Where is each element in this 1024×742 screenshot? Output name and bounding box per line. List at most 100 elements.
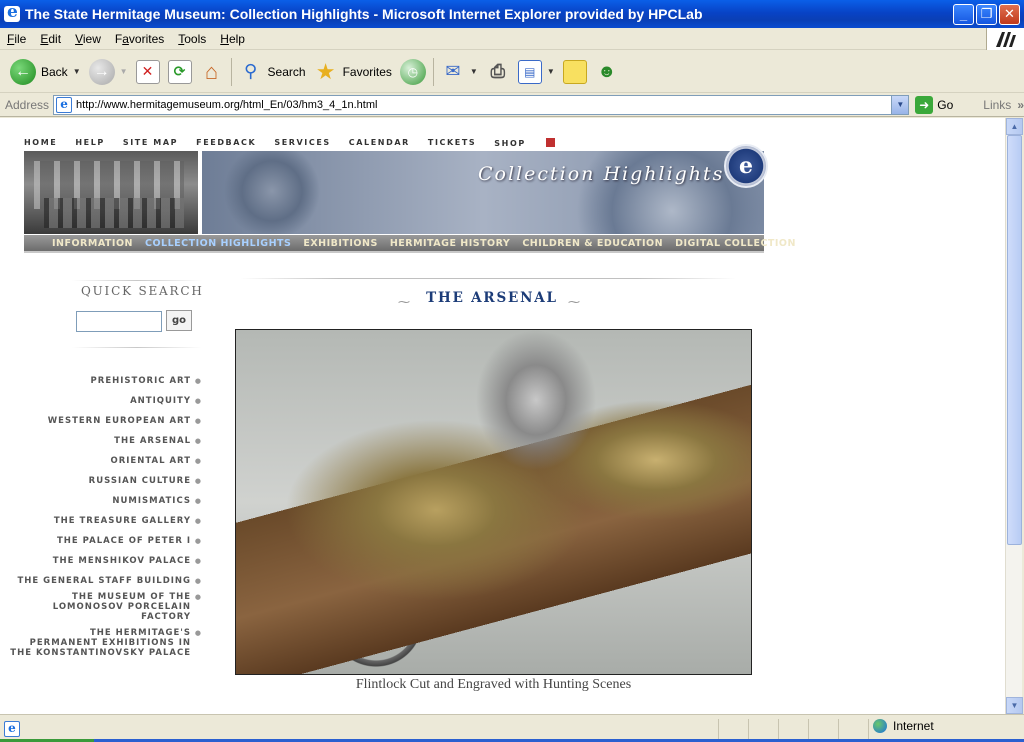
page-content: HOME HELP SITE MAP FEEDBACK SERVICES CAL… xyxy=(0,118,1005,714)
bullet-icon: ● xyxy=(194,537,202,545)
status-panel xyxy=(718,719,748,739)
search-icon: ⚲ xyxy=(243,61,258,81)
vertical-scrollbar[interactable]: ▲ ▼ xyxy=(1005,118,1023,714)
scrollbar-thumb[interactable] xyxy=(1007,135,1022,545)
mail-icon: ✉ xyxy=(445,61,461,81)
window-title: The State Hermitage Museum: Collection H… xyxy=(25,6,703,22)
sidenav-konstantinovsky-palace[interactable]: THE HERMITAGE'S PERMANENT EXHIBITIONS IN… xyxy=(0,628,202,658)
sidenav-general-staff-building[interactable]: THE GENERAL STAFF BUILDING ● xyxy=(0,576,202,586)
topnav-help[interactable]: HELP xyxy=(75,138,105,148)
toolbar-separator xyxy=(432,57,434,86)
mainnav-exhibitions[interactable]: EXHIBITIONS xyxy=(303,238,377,249)
topnav-tickets[interactable]: TICKETS xyxy=(428,138,476,148)
bullet-icon: ● xyxy=(194,497,202,505)
home-icon: ⌂ xyxy=(204,58,219,84)
home-button[interactable]: ⌂ xyxy=(196,54,228,90)
status-panel xyxy=(778,719,808,739)
sidenav-western-european-art[interactable]: WESTERN EUROPEAN ART ● xyxy=(0,416,202,426)
quick-search-go-button[interactable]: go xyxy=(166,310,192,331)
bullet-icon: ● xyxy=(194,577,202,585)
menu-help[interactable]: Help xyxy=(213,32,252,46)
quick-search-input[interactable] xyxy=(76,311,162,332)
mainnav-digital-collection[interactable]: DIGITAL COLLECTION xyxy=(675,238,796,249)
history-button[interactable]: ◷ xyxy=(396,54,430,90)
menu-tools[interactable]: Tools xyxy=(171,32,213,46)
divider xyxy=(240,278,736,279)
sidenav-treasure-gallery[interactable]: THE TREASURE GALLERY ● xyxy=(0,516,202,526)
favorites-button[interactable]: ★ Favorites xyxy=(310,54,396,90)
chevron-down-icon[interactable]: ▼ xyxy=(120,67,128,76)
chevron-down-icon[interactable]: ▼ xyxy=(547,67,555,76)
security-zone: Internet xyxy=(873,719,934,733)
page-icon: e xyxy=(56,96,73,113)
topnav-home[interactable]: HOME xyxy=(24,138,57,148)
forward-button[interactable]: → ▼ xyxy=(85,54,132,90)
discuss-button[interactable] xyxy=(559,54,591,90)
sidenav-palace-of-peter-i[interactable]: THE PALACE OF PETER I ● xyxy=(0,536,202,546)
go-arrow-icon: ➜ xyxy=(915,95,934,114)
title-bar: The State Hermitage Museum: Collection H… xyxy=(0,0,1024,28)
bullet-icon: ● xyxy=(194,593,202,601)
stop-button[interactable]: ✕ xyxy=(132,54,164,90)
bullet-icon: ● xyxy=(194,477,202,485)
sidenav-antiquity[interactable]: ANTIQUITY ● xyxy=(0,396,202,406)
address-label: Address xyxy=(5,97,50,112)
sidenav-russian-culture[interactable]: RUSSIAN CULTURE ● xyxy=(0,476,202,486)
sidenav-numismatics[interactable]: NUMISMATICS ● xyxy=(0,496,202,506)
topnav-site-map[interactable]: SITE MAP xyxy=(123,138,178,148)
search-button[interactable]: ⚲ Search xyxy=(235,54,310,90)
topnav-feedback[interactable]: FEEDBACK xyxy=(196,138,256,148)
sidenav-menshikov-palace[interactable]: THE MENSHIKOV PALACE ● xyxy=(0,556,202,566)
refresh-button[interactable]: ⟳ xyxy=(164,54,196,90)
status-panel xyxy=(808,719,838,739)
address-url[interactable]: http://www.hermitagemuseum.org/html_En/0… xyxy=(76,99,891,111)
mainnav-hermitage-history[interactable]: HERMITAGE HISTORY xyxy=(390,238,511,249)
back-button[interactable]: ← Back ▼ xyxy=(6,54,85,90)
minimize-button[interactable]: _ xyxy=(953,3,974,25)
mail-button[interactable]: ✉ ▼ xyxy=(437,54,482,90)
forward-arrow-icon: → xyxy=(88,58,115,85)
bullet-icon: ● xyxy=(194,397,202,405)
menu-view[interactable]: View xyxy=(68,32,108,46)
menu-edit[interactable]: Edit xyxy=(33,32,68,46)
sidenav-lomonosov-porcelain-factory[interactable]: THE MUSEUM OF THE LOMONOSOV PORCELAIN FA… xyxy=(0,592,202,622)
flintlock-image[interactable] xyxy=(235,329,752,675)
links-button[interactable]: Links» xyxy=(983,98,1024,112)
chevron-down-icon[interactable]: ▼ xyxy=(470,67,478,76)
side-nav: PREHISTORIC ART ● ANTIQUITY ● WESTERN EURO… xyxy=(0,376,202,658)
scroll-down-icon[interactable]: ▼ xyxy=(1006,697,1023,714)
close-button[interactable]: ✕ xyxy=(999,3,1020,25)
ornament-icon: ⁓ xyxy=(568,295,580,309)
mainnav-collection-highlights[interactable]: COLLECTION HIGHLIGHTS xyxy=(145,238,291,249)
sidenav-prehistoric-art[interactable]: PREHISTORIC ART ● xyxy=(0,376,202,386)
menu-file[interactable]: File xyxy=(0,32,33,46)
bullet-icon: ● xyxy=(194,417,202,425)
menu-favorites[interactable]: Favorites xyxy=(108,32,171,46)
printer-icon: ⎙ xyxy=(490,61,506,81)
scroll-up-icon[interactable]: ▲ xyxy=(1006,118,1023,135)
address-dropdown-icon[interactable]: ▼ xyxy=(891,95,909,114)
hermitage-logo[interactable]: e xyxy=(724,144,768,188)
bullet-icon: ● xyxy=(194,517,202,525)
messenger-button[interactable]: ☻ xyxy=(591,54,623,90)
bullet-icon: ● xyxy=(194,437,202,445)
topnav-services[interactable]: SERVICES xyxy=(274,138,330,148)
mainnav-information[interactable]: INFORMATION xyxy=(52,238,133,249)
edit-button[interactable]: ▤ ▼ xyxy=(514,54,559,90)
windows-logo-icon xyxy=(986,28,1024,50)
ie-icon xyxy=(4,2,20,22)
maximize-button[interactable]: ❐ xyxy=(976,3,997,25)
mainnav-children-education[interactable]: CHILDREN & EDUCATION xyxy=(522,238,663,249)
print-button[interactable]: ⎙ xyxy=(482,54,514,90)
chevron-down-icon[interactable]: ▼ xyxy=(73,67,81,76)
go-button[interactable]: ➜ Go xyxy=(915,95,953,114)
topnav-calendar[interactable]: CALENDAR xyxy=(349,138,410,148)
sidenav-the-arsenal[interactable]: THE ARSENAL ● xyxy=(0,436,202,446)
history-icon: ◷ xyxy=(399,58,426,85)
sidenav-oriental-art[interactable]: ORIENTAL ART ● xyxy=(0,456,202,466)
address-input[interactable]: e http://www.hermitagemuseum.org/html_En… xyxy=(53,94,910,115)
refresh-icon: ⟳ xyxy=(167,59,192,84)
topnav-shop[interactable]: SHOP xyxy=(494,138,573,148)
banner-title: Collection Highlights xyxy=(478,163,725,185)
toolbar-separator xyxy=(230,57,232,86)
